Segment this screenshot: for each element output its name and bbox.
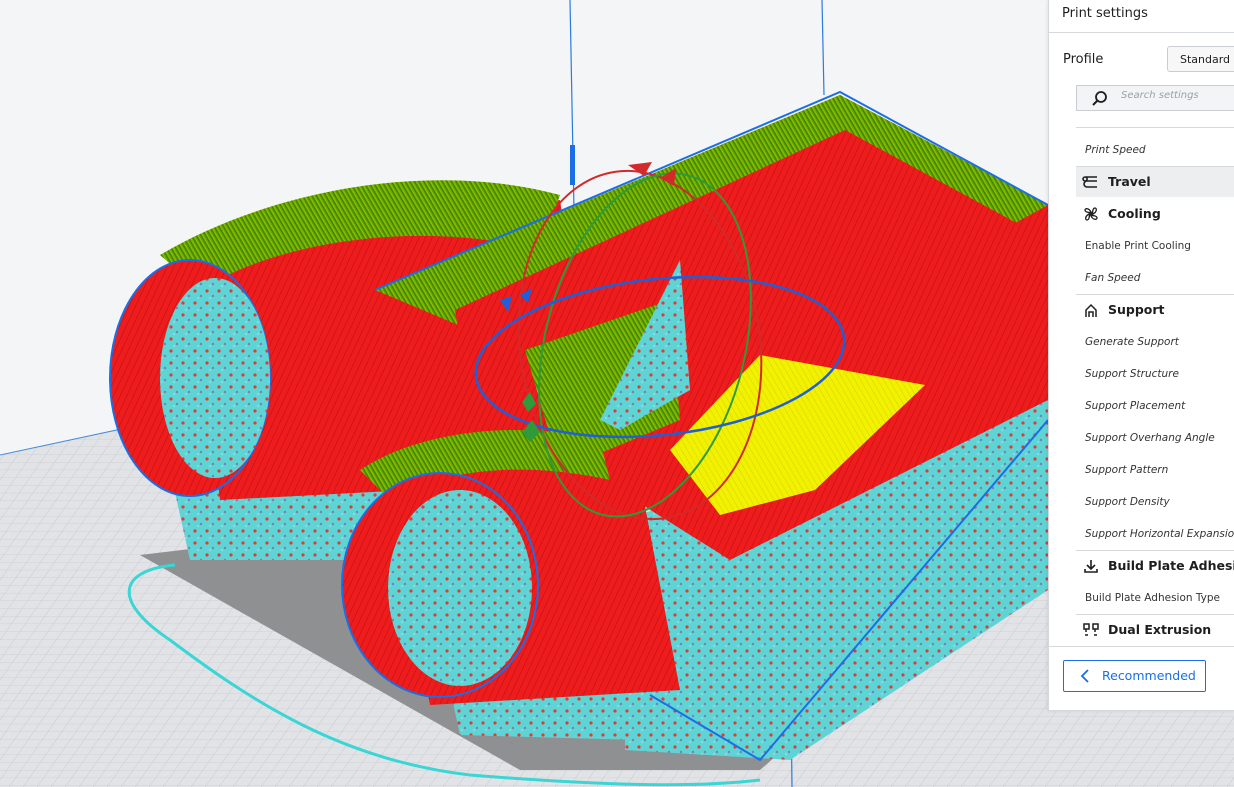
panel-title: Print settings (1062, 6, 1148, 21)
setting-support-structure[interactable]: Support Structure (1085, 368, 1179, 380)
category-label: Dual Extrusion (1108, 622, 1212, 637)
category-label: Cooling (1108, 206, 1161, 221)
recommended-button[interactable]: Recommended (1063, 660, 1206, 692)
divider (1049, 32, 1234, 33)
profile-dropdown[interactable]: Standard Q (1167, 46, 1234, 72)
setting-build-plate-adhesion-type[interactable]: Build Plate Adhesion Type (1085, 592, 1220, 604)
category-dual-extrusion[interactable]: Dual Extrusion (1076, 615, 1234, 645)
profile-label: Profile (1063, 52, 1104, 67)
setting-print-speed[interactable]: Print Speed (1085, 144, 1146, 156)
search-box[interactable] (1076, 85, 1234, 111)
category-label: Travel (1108, 174, 1151, 189)
fan-icon (1082, 206, 1100, 226)
setting-support-density[interactable]: Support Density (1085, 496, 1170, 508)
setting-generate-support[interactable]: Generate Support (1085, 336, 1179, 348)
setting-enable-print-cooling[interactable]: Enable Print Cooling (1085, 240, 1191, 252)
setting-fan-speed[interactable]: Fan Speed (1085, 272, 1140, 284)
setting-support-overhang-angle[interactable]: Support Overhang Angle (1085, 432, 1215, 444)
category-travel[interactable]: Travel (1076, 167, 1234, 197)
chevron-left-icon (1080, 669, 1090, 686)
divider (1049, 646, 1234, 647)
category-cooling[interactable]: Cooling (1076, 199, 1234, 229)
print-settings-panel: Print settings Profile Standard Q Print … (1048, 0, 1234, 711)
category-build-plate-adhesion[interactable]: Build Plate Adhesion (1076, 551, 1234, 581)
support-icon (1082, 302, 1100, 322)
recommended-label: Recommended (1102, 668, 1196, 683)
category-support[interactable]: Support (1076, 295, 1234, 325)
travel-icon (1082, 174, 1100, 194)
search-input[interactable] (1121, 90, 1234, 101)
category-label: Support (1108, 302, 1165, 317)
dual-extrusion-icon (1082, 622, 1100, 642)
adhesion-icon (1082, 558, 1100, 578)
setting-support-placement[interactable]: Support Placement (1085, 400, 1185, 412)
divider (1076, 127, 1234, 128)
setting-support-pattern[interactable]: Support Pattern (1085, 464, 1168, 476)
search-icon (1092, 91, 1107, 106)
setting-support-horizontal-expansion[interactable]: Support Horizontal Expansion (1085, 528, 1234, 540)
category-label: Build Plate Adhesion (1108, 558, 1234, 573)
